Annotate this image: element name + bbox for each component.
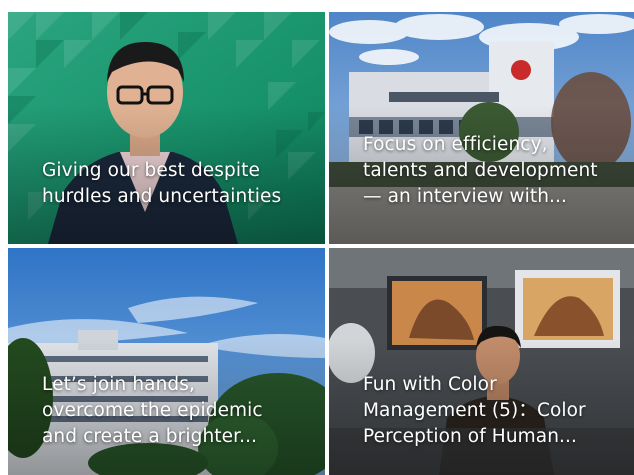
article-card-3[interactable]: Let’s join hands, overcome the epidemic …	[8, 248, 325, 475]
title-line: talents and development	[363, 160, 598, 181]
title-line: Fun with Color	[363, 374, 497, 395]
title-line: Focus on efficiency,	[363, 134, 548, 155]
title-line: overcome the epidemic	[42, 400, 263, 421]
article-card-2[interactable]: Focus on efficiency, talents and develop…	[329, 12, 634, 244]
title-line: Perception of Human...	[363, 426, 577, 447]
article-grid: Giving our best despite hurdles and unce…	[0, 0, 634, 475]
article-card-4[interactable]: Fun with Color Management (5)：Color Perc…	[329, 248, 634, 475]
title-line: Giving our best despite	[42, 160, 260, 181]
title-line: Let’s join hands,	[42, 374, 195, 395]
article-title-4[interactable]: Fun with Color Management (5)：Color Perc…	[363, 372, 624, 450]
article-title-1[interactable]: Giving our best despite hurdles and unce…	[42, 158, 315, 210]
article-title-2[interactable]: Focus on efficiency, talents and develop…	[363, 132, 624, 210]
title-line: Management (5)：Color	[363, 400, 586, 421]
title-line: — an interview with...	[363, 186, 568, 207]
title-line: hurdles and uncertainties	[42, 186, 282, 207]
article-title-3[interactable]: Let’s join hands, overcome the epidemic …	[42, 372, 315, 450]
article-card-1[interactable]: Giving our best despite hurdles and unce…	[8, 12, 325, 244]
title-line: and create a brighter...	[42, 426, 258, 447]
